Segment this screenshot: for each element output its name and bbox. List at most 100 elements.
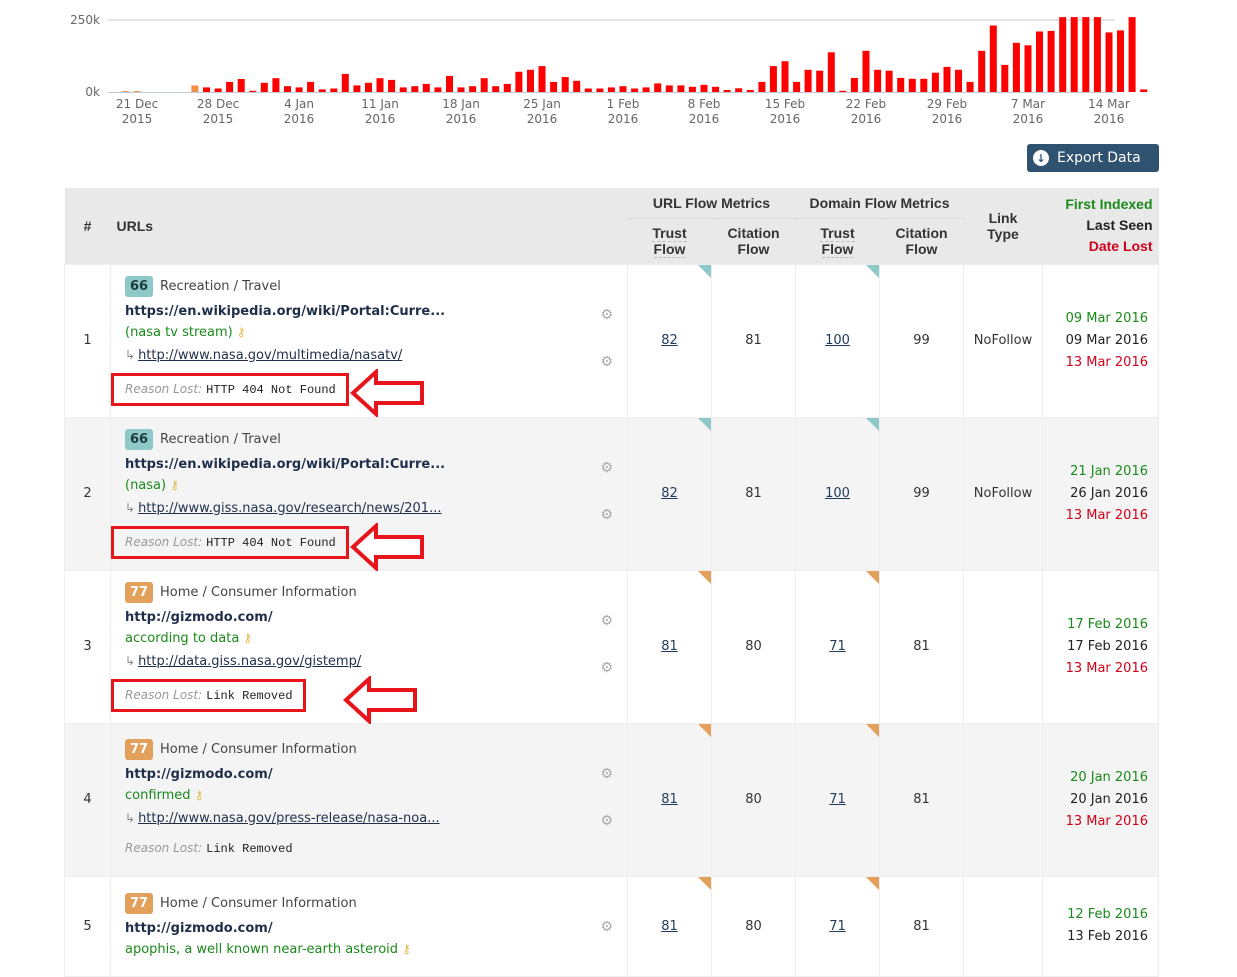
target-gear-icon[interactable]: ⚙	[600, 507, 613, 523]
bar-lost[interactable]	[1128, 17, 1136, 93]
bar-older[interactable]	[133, 91, 141, 92]
bar-lost[interactable]	[781, 61, 789, 92]
bar-lost[interactable]	[573, 80, 581, 92]
target-gear-icon[interactable]: ⚙	[600, 813, 613, 829]
bar-lost[interactable]	[920, 78, 928, 92]
bar-lost[interactable]	[284, 86, 291, 92]
bar-lost[interactable]	[688, 86, 696, 92]
bar-lost[interactable]	[353, 85, 361, 92]
source-url[interactable]: https://en.wikipedia.org/wiki/Portal:Cur…	[125, 457, 613, 472]
bar-lost[interactable]	[1059, 17, 1067, 93]
bar-lost[interactable]	[700, 84, 708, 92]
bar-lost[interactable]	[619, 86, 627, 92]
bar-older[interactable]	[122, 91, 129, 92]
bar-lost[interactable]	[492, 86, 500, 92]
bar-lost[interactable]	[330, 88, 338, 93]
bar-lost[interactable]	[931, 72, 939, 92]
bar-lost[interactable]	[897, 77, 905, 92]
bar-lost[interactable]	[446, 75, 453, 92]
bar-lost[interactable]	[584, 88, 592, 93]
target-url-link[interactable]: http://data.giss.nasa.gov/gistemp/	[138, 654, 361, 669]
target-url-link[interactable]: http://www.nasa.gov/multimedia/nasatv/	[138, 348, 402, 363]
bar-lost[interactable]	[318, 89, 326, 92]
bar-lost[interactable]	[515, 71, 523, 92]
bar-lost[interactable]	[746, 90, 754, 92]
header-last-seen[interactable]: Last Seen	[1043, 215, 1152, 236]
bar-lost[interactable]	[226, 81, 234, 92]
bar-lost[interactable]	[793, 81, 801, 92]
domain-trust-flow[interactable]: 100	[795, 263, 880, 418]
source-gear-icon[interactable]: ⚙	[600, 613, 613, 629]
bar-lost[interactable]	[1070, 17, 1078, 93]
bar-lost[interactable]	[1140, 89, 1148, 92]
bar-lost[interactable]	[469, 86, 477, 92]
bar-lost[interactable]	[388, 79, 396, 92]
bar-lost[interactable]	[596, 88, 604, 93]
url-trust-flow[interactable]: 81	[627, 722, 712, 877]
bar-lost[interactable]	[307, 81, 315, 92]
bar-lost[interactable]	[723, 90, 731, 92]
bar-lost[interactable]	[885, 70, 893, 92]
domain-trust-flow[interactable]: 71	[795, 722, 880, 877]
bar-lost[interactable]	[561, 77, 569, 92]
bar-lost[interactable]	[295, 87, 303, 92]
column-header-url-citation-flow[interactable]: Citation Flow	[711, 218, 796, 264]
bar-lost[interactable]	[1001, 64, 1009, 92]
bar-lost[interactable]	[654, 83, 662, 92]
bar-lost[interactable]	[538, 66, 546, 92]
source-url[interactable]: http://gizmodo.com/	[125, 921, 613, 936]
bar-lost[interactable]	[457, 87, 465, 92]
bar-lost[interactable]	[341, 73, 349, 92]
header-first-indexed[interactable]: First Indexed	[1043, 194, 1152, 215]
target-gear-icon[interactable]: ⚙	[600, 354, 613, 370]
bar-lost[interactable]	[1093, 17, 1101, 93]
target-url-link[interactable]: http://www.giss.nasa.gov/research/news/2…	[138, 501, 441, 516]
bar-lost[interactable]	[862, 50, 870, 92]
bar-lost[interactable]	[677, 85, 685, 92]
url-trust-flow[interactable]: 81	[627, 875, 712, 977]
bar-lost[interactable]	[1012, 42, 1020, 92]
bar-lost[interactable]	[411, 86, 419, 92]
domain-trust-flow[interactable]: 71	[795, 875, 880, 977]
domain-trust-flow[interactable]: 71	[795, 569, 880, 724]
bar-lost[interactable]	[260, 82, 268, 92]
bar-older[interactable]	[191, 85, 199, 92]
bar-lost[interactable]	[272, 78, 280, 92]
bar-lost[interactable]	[735, 88, 743, 92]
source-url[interactable]: https://en.wikipedia.org/wiki/Portal:Cur…	[125, 304, 613, 319]
bar-lost[interactable]	[1024, 45, 1032, 92]
bar-lost[interactable]	[422, 83, 430, 92]
bar-lost[interactable]	[1117, 30, 1124, 92]
bar-lost[interactable]	[237, 79, 245, 92]
bar-lost[interactable]	[989, 25, 997, 93]
bar-lost[interactable]	[365, 82, 372, 92]
bar-lost[interactable]	[503, 83, 511, 92]
bar-lost[interactable]	[1036, 31, 1043, 93]
bar-lost[interactable]	[1082, 17, 1090, 93]
url-trust-flow[interactable]: 81	[627, 569, 712, 724]
bar-lost[interactable]	[978, 50, 986, 92]
bar-lost[interactable]	[712, 86, 720, 92]
column-header-urls[interactable]: URLs	[110, 188, 628, 264]
url-trust-flow[interactable]: 82	[627, 416, 712, 571]
bar-lost[interactable]	[816, 70, 824, 92]
bar-lost[interactable]	[399, 87, 407, 92]
bar-lost[interactable]	[203, 87, 210, 92]
bar-lost[interactable]	[1105, 32, 1113, 92]
bar-lost[interactable]	[607, 87, 615, 92]
header-date-lost[interactable]: Date Lost	[1043, 236, 1153, 257]
bar-lost[interactable]	[804, 69, 812, 92]
bar-lost[interactable]	[214, 88, 222, 93]
bar-lost[interactable]	[1047, 30, 1055, 92]
bar-lost[interactable]	[527, 69, 534, 92]
bar-lost[interactable]	[769, 66, 777, 92]
export-data-button[interactable]: ↓ Export Data	[1027, 144, 1159, 172]
bar-lost[interactable]	[758, 81, 766, 92]
bar-lost[interactable]	[908, 78, 916, 92]
domain-trust-flow[interactable]: 100	[795, 416, 880, 571]
url-trust-flow[interactable]: 82	[627, 263, 712, 418]
bar-lost[interactable]	[631, 88, 639, 93]
column-header-dates[interactable]: First Indexed Last Seen Date Lost	[1042, 188, 1159, 264]
source-gear-icon[interactable]: ⚙	[600, 919, 613, 935]
bar-lost[interactable]	[955, 69, 962, 92]
